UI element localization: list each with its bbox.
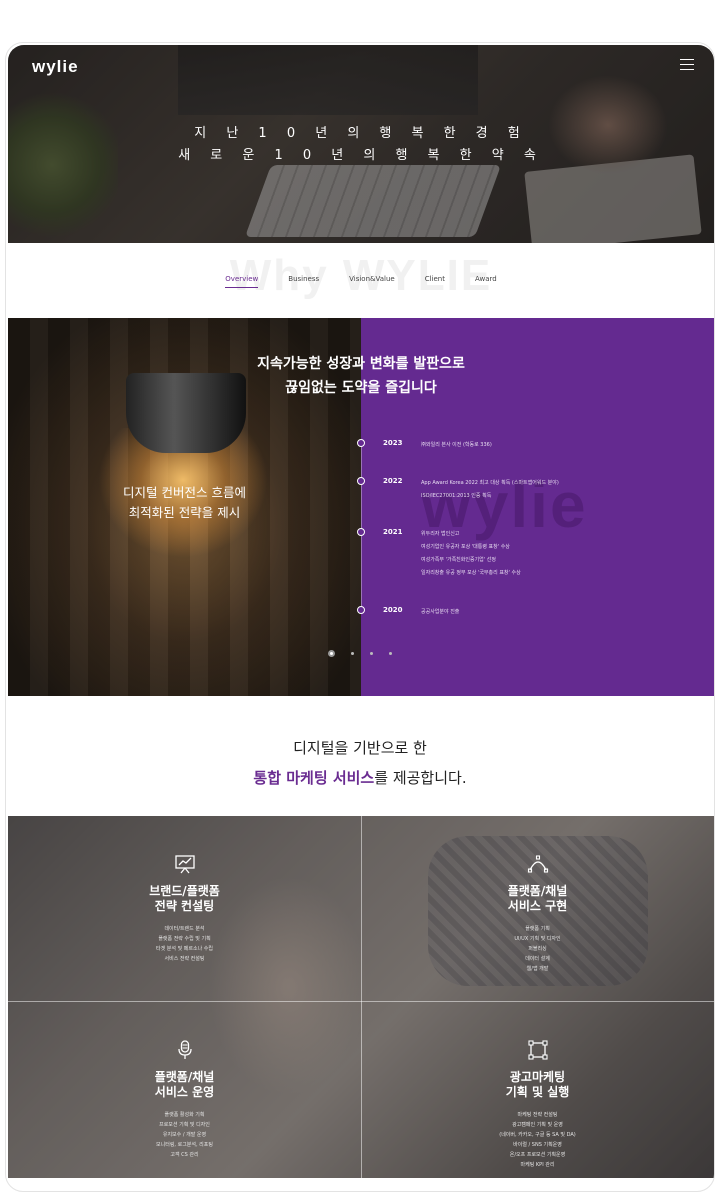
timeline-dot-icon [357, 477, 365, 485]
timeline-caption: 디지털 컨버전스 흐름에 최적화된 전략을 제시 [123, 485, 246, 520]
about-tabs-section: Why WYLIE Overview Business Vision&Value… [6, 243, 714, 319]
microphone-icon [177, 1040, 192, 1059]
pager-dot-1[interactable] [328, 650, 335, 657]
services-intro-line-1: 디지털을 기반으로 한 [293, 739, 427, 757]
timeline-axis [361, 443, 362, 611]
timeline-events: App Award Korea 2022 최고 대상 획득 (스마트앱어워드 분… [421, 480, 559, 499]
pager-dot-3[interactable] [370, 652, 373, 655]
hero-line-1: 지 난 1 0 년 의 행 복 한 경 험 [194, 126, 528, 141]
tab-vision-value[interactable]: Vision&Value [349, 275, 395, 288]
bezier-pen-icon [527, 855, 548, 873]
hero-line-2: 새 로 운 1 0 년 의 행 복 한 약 속 [178, 148, 544, 163]
hero-banner: wylie 지 난 1 0 년 의 행 복 한 경 험 새 로 운 1 0 년 … [8, 45, 714, 243]
service-items: 데이터/트렌드 분석 플랫폼 전략 수립 및 기획 타겟 분석 및 페르소나 수… [156, 926, 213, 962]
hamburger-menu-icon[interactable] [680, 59, 694, 71]
pager-dot-2[interactable] [351, 652, 354, 655]
timeline-events: 위두리자 법인신고 여성기업인 유공자 포상 '대통령 표창' 수상 여성가족부… [421, 531, 521, 576]
timeline-dot-icon [357, 606, 365, 614]
tab-award[interactable]: Award [475, 275, 497, 288]
services-highlight: 통합 마케팅 서비스 [253, 769, 375, 787]
service-cell-platform-build[interactable]: 플랫폼/채널 서비스 구현 플랫폼 기획 UI/UX 기획 및 디자인 퍼블리싱… [361, 852, 714, 974]
logo[interactable]: wylie [32, 57, 79, 77]
timeline-title: 지속가능한 성장과 변화를 발판으로 끊임없는 도약을 즐깁니다 [257, 356, 465, 396]
timeline-year: 2023 [383, 439, 403, 447]
crop-frame-icon [527, 1040, 548, 1060]
pager-dot-4[interactable] [389, 652, 392, 655]
timeline-year: 2022 [383, 477, 403, 485]
services-intro-line-2: 통합 마케팅 서비스를 제공합니다. [253, 769, 467, 787]
service-items: 플랫폼 기획 UI/UX 기획 및 디자인 퍼블리싱 데이터 설계 웹/앱 개발 [514, 926, 561, 972]
about-tabs: Overview Business Vision&Value Client Aw… [6, 275, 714, 288]
timeline-pager [328, 650, 392, 657]
service-items: 마케팅 전략 컨설팅 광고캠페인 기획 및 운영 (네이버, 카카오, 구글 등… [499, 1112, 576, 1168]
services-grid: 브랜드/플랫폼 전략 컨설팅 데이터/트렌드 분석 플랫폼 전략 수립 및 기획… [8, 816, 714, 1178]
service-title: 광고마케팅 기획 및 실행 [505, 1070, 570, 1099]
tab-overview[interactable]: Overview [225, 275, 259, 288]
service-cell-ad-marketing[interactable]: 광고마케팅 기획 및 실행 마케팅 전략 컨설팅 광고캠페인 기획 및 운영 (… [361, 1038, 714, 1170]
hero-headline: 지 난 1 0 년 의 행 복 한 경 험 새 로 운 1 0 년 의 행 복 … [8, 123, 714, 167]
service-title: 브랜드/플랫폼 전략 컨설팅 [149, 884, 220, 913]
service-title: 플랫폼/채널 서비스 운영 [154, 1070, 215, 1099]
tab-business[interactable]: Business [288, 275, 319, 288]
service-cell-brand-strategy[interactable]: 브랜드/플랫폼 전략 컨설팅 데이터/트렌드 분석 플랫폼 전략 수립 및 기획… [8, 852, 361, 964]
service-items: 플랫폼 활성화 기획 프로모션 기획 및 디자인 유지보수 / 개발 운영 모니… [156, 1112, 213, 1158]
timeline-year: 2020 [383, 606, 403, 614]
service-cell-platform-ops[interactable]: 플랫폼/채널 서비스 운영 플랫폼 활성화 기획 프로모션 기획 및 디자인 유… [8, 1038, 361, 1160]
timeline-dot-icon [357, 528, 365, 536]
timeline-events: ㈜와일리 본사 이전 (학동로 336) [421, 442, 492, 448]
page-frame: wylie 지 난 1 0 년 의 행 복 한 경 험 새 로 운 1 0 년 … [5, 42, 715, 1192]
presentation-icon [174, 855, 195, 874]
tab-client[interactable]: Client [425, 275, 445, 288]
timeline-year: 2021 [383, 528, 403, 536]
timeline-events: 공공사업분야 진출 [421, 609, 460, 615]
timeline-dot-icon [357, 439, 365, 447]
history-timeline: wylie 지속가능한 성장과 변화를 발판으로 끊임없는 도약을 즐깁니다 디… [8, 318, 714, 696]
services-intro: 디지털을 기반으로 한 통합 마케팅 서비스를 제공합니다. [6, 733, 714, 793]
service-title: 플랫폼/채널 서비스 구현 [507, 884, 568, 913]
